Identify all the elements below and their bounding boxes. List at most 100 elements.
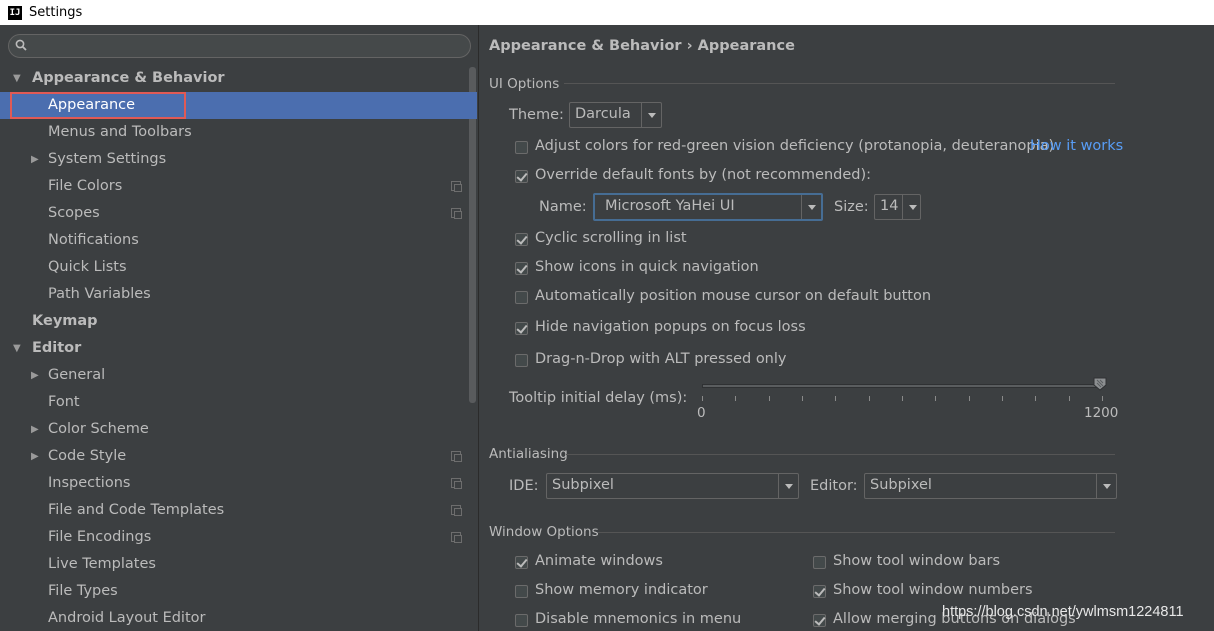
sidebar-item-font[interactable]: Font [0, 389, 478, 416]
window-options-section-title: Window Options [489, 524, 599, 540]
slider-tick [968, 396, 970, 401]
slider-tick [1068, 396, 1070, 401]
sidebar-item-general[interactable]: ▶ General [0, 362, 478, 389]
expanded-arrow-icon[interactable]: ▼ [13, 65, 21, 92]
sidebar-item-system-settings[interactable]: ▶ System Settings [0, 146, 478, 173]
cyclic-scrolling-label: Cyclic scrolling in list [535, 230, 687, 246]
sidebar-item-editor[interactable]: ▼ Editor [0, 335, 478, 362]
tooltip-delay-label: Tooltip initial delay (ms): [509, 390, 688, 406]
ide-antialiasing-value: Subpixel [552, 477, 614, 493]
sidebar-item-inspections[interactable]: Inspections [0, 470, 478, 497]
font-size-value: 14 [880, 198, 899, 214]
sidebar-item-file-colors[interactable]: File Colors [0, 173, 478, 200]
override-fonts-checkbox[interactable] [515, 170, 528, 183]
theme-value: Darcula [575, 106, 631, 122]
slider-tick [1002, 396, 1003, 401]
font-size-combo[interactable]: 14 [874, 194, 921, 220]
ide-label: IDE: [509, 478, 539, 494]
tooltip-max-label: 1200 [1084, 405, 1119, 421]
sidebar-item-label: Editor [32, 340, 82, 356]
sidebar-item-label: Appearance & Behavior [32, 70, 225, 86]
show-tool-numbers-checkbox[interactable] [813, 585, 826, 598]
section-divider [598, 532, 1115, 533]
sidebar-item-file-encodings[interactable]: File Encodings [0, 524, 478, 551]
adjust-colors-checkbox[interactable] [515, 141, 528, 154]
slider-tick [868, 396, 870, 401]
auto-position-checkbox[interactable] [515, 291, 528, 304]
sidebar-item-label: Color Scheme [48, 421, 149, 437]
auto-position-label: Automatically position mouse cursor on d… [535, 288, 932, 304]
theme-combo[interactable]: Darcula [569, 102, 662, 128]
watermark-text: https://blog.csdn.net/ywlmsm1224811 [942, 604, 1184, 620]
ide-antialiasing-combo[interactable]: Subpixel [546, 473, 799, 499]
sidebar-item-label: Menus and Toolbars [48, 124, 192, 140]
font-name-combo[interactable]: Microsoft YaHei UI [593, 193, 823, 221]
animate-windows-checkbox[interactable] [515, 556, 528, 569]
disable-mnemonics-label: Disable mnemonics in menu [535, 611, 742, 627]
collapsed-arrow-icon[interactable]: ▶ [31, 362, 39, 389]
editor-antialiasing-value: Subpixel [870, 477, 932, 493]
collapsed-arrow-icon[interactable]: ▶ [31, 443, 39, 470]
sidebar-item-quick-lists[interactable]: Quick Lists [0, 254, 478, 281]
search-icon [15, 39, 27, 51]
sidebar-item-menus-and-toolbars[interactable]: Menus and Toolbars [0, 119, 478, 146]
sidebar-item-notifications[interactable]: Notifications [0, 227, 478, 254]
sidebar-item-appearance-behavior[interactable]: ▼ Appearance & Behavior [0, 65, 478, 92]
ui-options-section-title: UI Options [489, 76, 560, 92]
sidebar-item-label: Notifications [48, 232, 139, 248]
project-level-icon [451, 532, 462, 543]
adjust-colors-label: Adjust colors for red-green vision defic… [535, 138, 1055, 154]
sidebar-item-scopes[interactable]: Scopes [0, 200, 478, 227]
sidebar-item-label: File and Code Templates [48, 502, 225, 518]
sidebar-item-keymap[interactable]: Keymap [0, 308, 478, 335]
sidebar-item-label: Quick Lists [48, 259, 127, 275]
show-memory-label: Show memory indicator [535, 582, 708, 598]
disable-mnemonics-checkbox[interactable] [515, 614, 528, 627]
drag-n-drop-checkbox[interactable] [515, 354, 528, 367]
slider-tick [702, 396, 703, 401]
editor-label: Editor: [810, 478, 858, 494]
sidebar-item-label: Scopes [48, 205, 100, 221]
sidebar-item-file-types[interactable]: File Types [0, 578, 478, 605]
cyclic-scrolling-checkbox[interactable] [515, 233, 528, 246]
show-memory-checkbox[interactable] [515, 585, 528, 598]
hide-nav-popups-label: Hide navigation popups on focus loss [535, 319, 806, 335]
slider-thumb-icon[interactable] [1093, 377, 1107, 391]
sidebar-item-label: General [48, 367, 106, 383]
font-name-label: Name: [539, 199, 587, 215]
intellij-logo-icon: IJ [8, 5, 22, 20]
hide-nav-popups-checkbox[interactable] [515, 322, 528, 335]
sidebar-item-live-templates[interactable]: Live Templates [0, 551, 478, 578]
chevron-down-icon [801, 195, 821, 219]
slider-tick [735, 396, 737, 401]
collapsed-arrow-icon[interactable]: ▶ [31, 146, 39, 173]
sidebar-item-code-style[interactable]: ▶ Code Style [0, 443, 478, 470]
tooltip-delay-slider[interactable] [702, 384, 1102, 388]
antialiasing-section-title: Antialiasing [489, 446, 568, 462]
sidebar-item-android-layout-editor[interactable]: Android Layout Editor [0, 605, 478, 631]
font-name-value: Microsoft YaHei UI [605, 198, 735, 214]
sidebar-item-color-scheme[interactable]: ▶ Color Scheme [0, 416, 478, 443]
sidebar-item-label: Android Layout Editor [48, 610, 206, 626]
allow-merging-checkbox[interactable] [813, 614, 826, 627]
title-bar: IJ Settings [0, 0, 1214, 25]
show-icons-label: Show icons in quick navigation [535, 259, 759, 275]
sidebar-item-file-and-code-templates[interactable]: File and Code Templates [0, 497, 478, 524]
section-divider [564, 83, 1115, 84]
slider-tick [835, 396, 837, 401]
collapsed-arrow-icon[interactable]: ▶ [31, 416, 39, 443]
expanded-arrow-icon[interactable]: ▼ [13, 335, 21, 362]
slider-tick [902, 396, 903, 401]
sidebar-item-appearance[interactable]: Appearance [0, 92, 477, 119]
show-tool-bars-checkbox[interactable] [813, 556, 826, 569]
how-it-works-link[interactable]: How it works [1030, 138, 1123, 154]
editor-antialiasing-combo[interactable]: Subpixel [864, 473, 1117, 499]
settings-search-input[interactable] [8, 34, 471, 58]
chevron-down-icon [902, 195, 920, 219]
project-level-icon [451, 451, 462, 462]
show-icons-checkbox[interactable] [515, 262, 528, 275]
sidebar-item-label: File Colors [48, 178, 123, 194]
slider-tick [1102, 396, 1103, 401]
sidebar-item-path-variables[interactable]: Path Variables [0, 281, 478, 308]
window-title: Settings [29, 5, 83, 20]
